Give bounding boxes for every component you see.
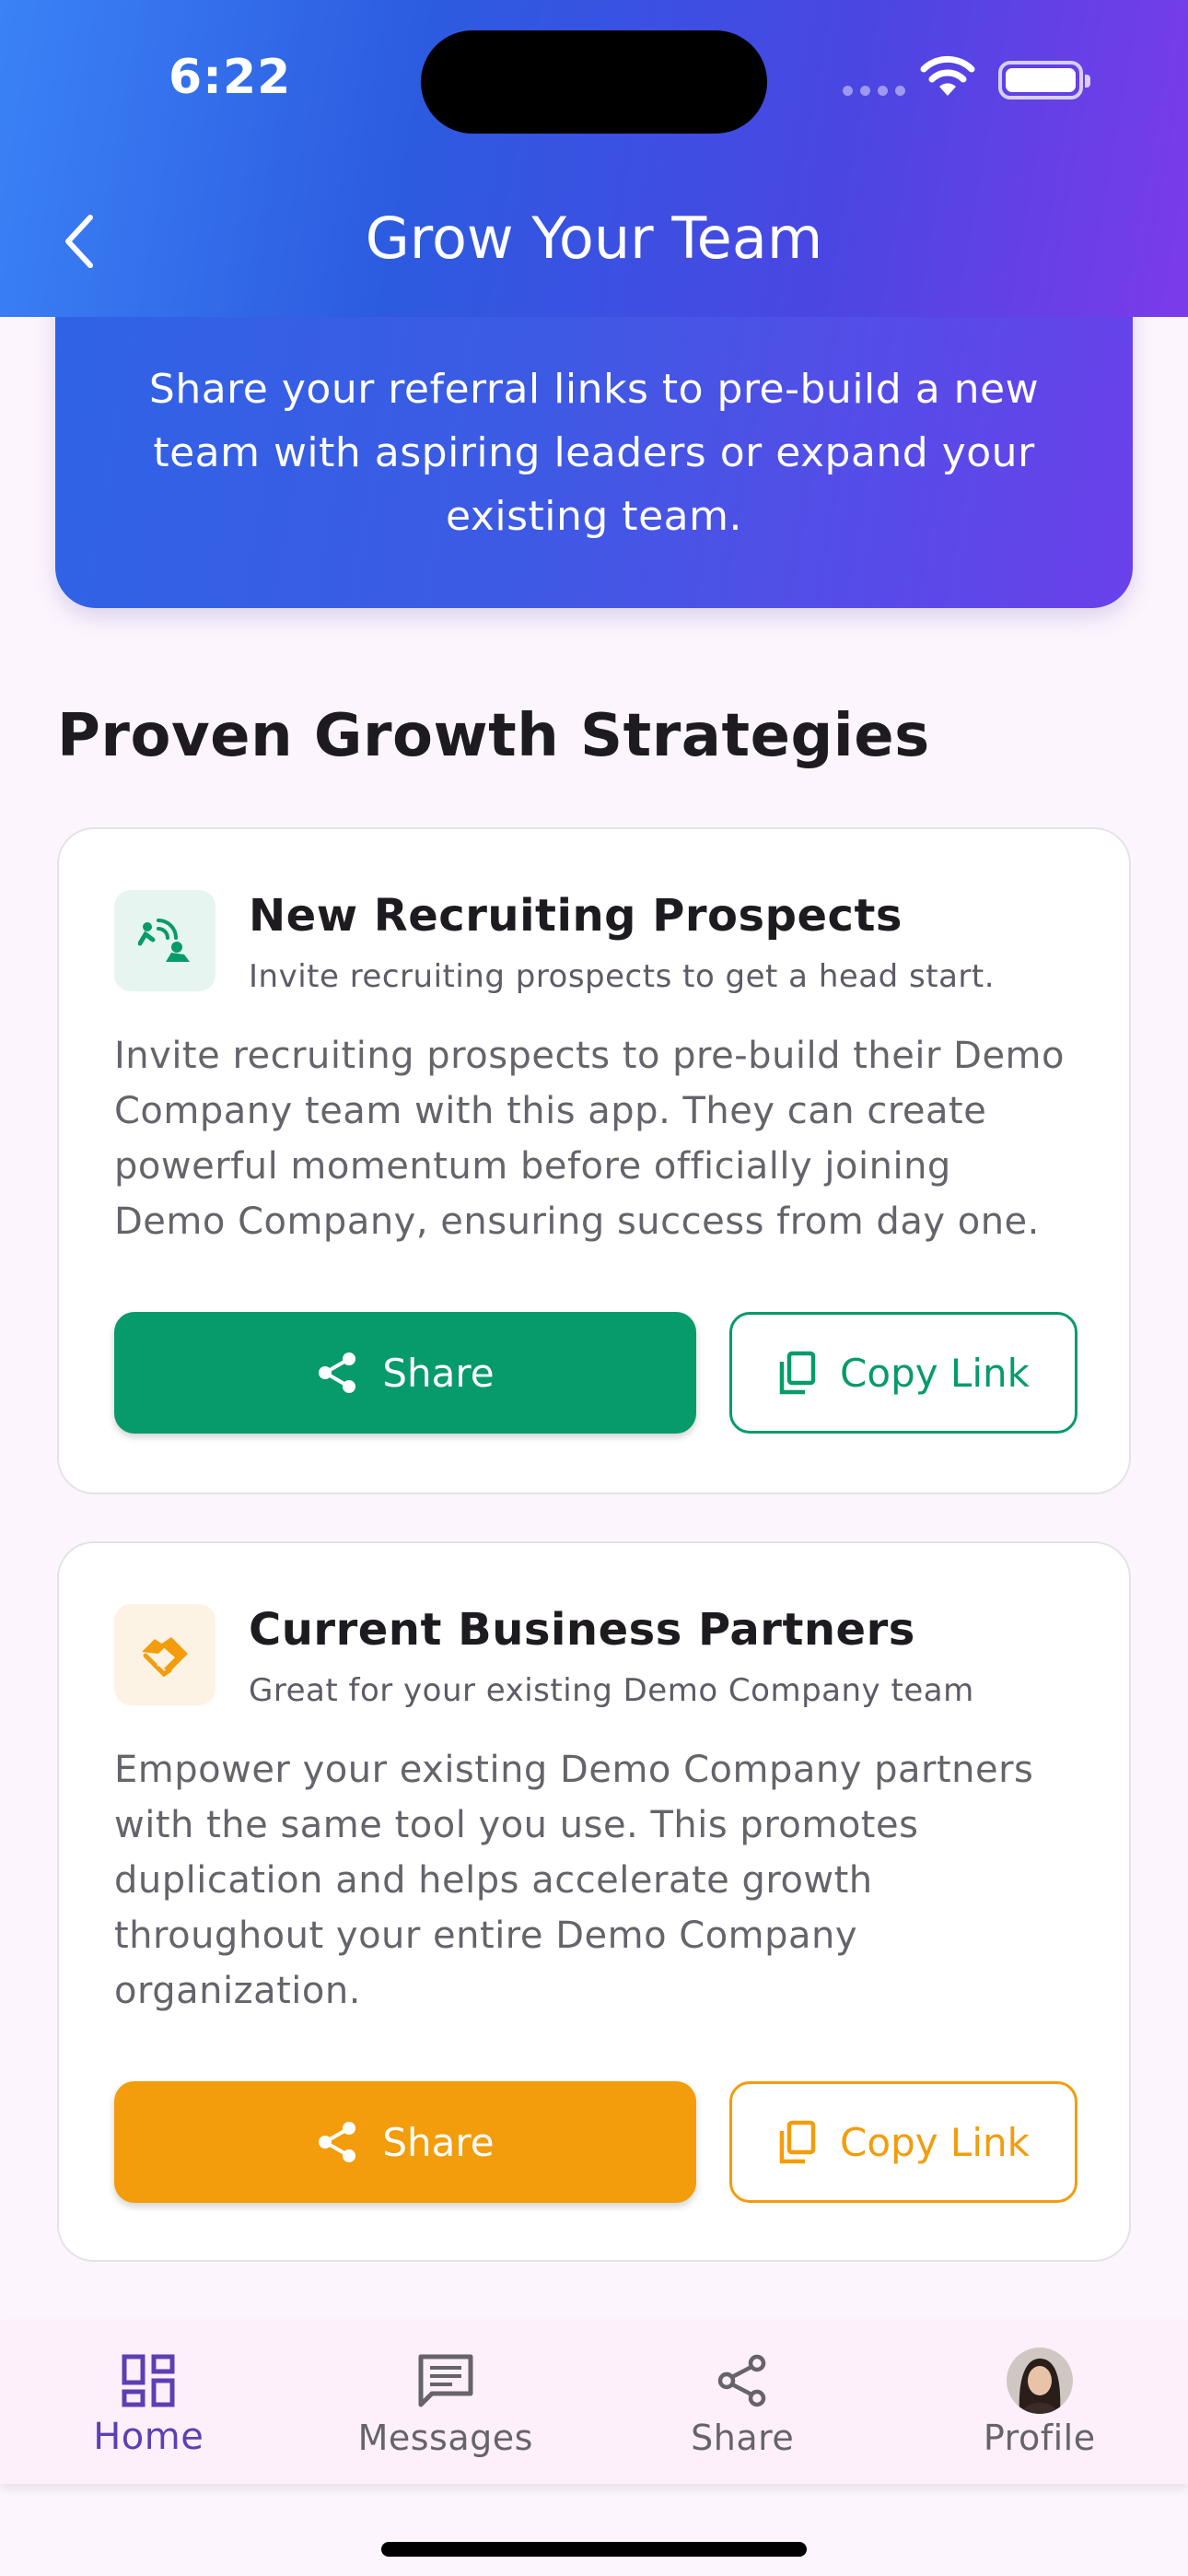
nav-home[interactable]: Home [0, 2320, 297, 2484]
message-icon [417, 2348, 474, 2414]
copy-link-button[interactable]: Copy Link [729, 1312, 1077, 1434]
nav-messages[interactable]: Messages [297, 2320, 595, 2484]
copy-link-button[interactable]: Copy Link [729, 2081, 1077, 2203]
copy-link-label: Copy Link [840, 1350, 1030, 1396]
copy-icon [779, 2120, 816, 2164]
strategy-card-partners: Current Business Partners Great for your… [57, 1541, 1131, 2262]
share-label: Share [382, 1350, 495, 1396]
nav-label: Profile [983, 2418, 1096, 2458]
app-header: 6:22 Grow Your Team [0, 0, 1188, 317]
connect-person-icon [114, 890, 215, 991]
handshake-icon [114, 1604, 215, 1705]
card-title: New Recruiting Prospects [249, 890, 903, 942]
dashboard-icon [121, 2348, 176, 2414]
share-icon [319, 1352, 356, 1393]
signal-icon [843, 86, 905, 96]
card-title: Current Business Partners [249, 1604, 915, 1656]
hero-text: Share your referral links to pre-build a… [148, 366, 1040, 540]
home-indicator [381, 2542, 807, 2557]
copy-link-label: Copy Link [840, 2119, 1030, 2165]
strategy-card-recruiting: New Recruiting Prospects Invite recruiti… [57, 827, 1131, 1494]
copy-icon [779, 1351, 816, 1395]
share-icon [716, 2348, 769, 2414]
nav-label: Share [691, 2418, 795, 2458]
nav-label: Messages [357, 2418, 533, 2458]
nav-label: Home [93, 2416, 204, 2458]
card-subtitle: Invite recruiting prospects to get a hea… [249, 958, 996, 995]
section-title: Proven Growth Strategies [57, 702, 930, 770]
nav-share[interactable]: Share [594, 2320, 891, 2484]
avatar [1006, 2348, 1073, 2414]
card-subtitle: Great for your existing Demo Company tea… [249, 1672, 974, 1709]
page-title: Grow Your Team [365, 205, 823, 272]
share-button[interactable]: Share [114, 1312, 696, 1434]
share-button[interactable]: Share [114, 2081, 696, 2203]
status-time: 6:22 [169, 50, 292, 105]
battery-icon [998, 61, 1090, 100]
card-description: Invite recruiting prospects to pre-build… [114, 1035, 1065, 1243]
share-label: Share [382, 2119, 495, 2165]
card-description: Empower your existing Demo Company partn… [114, 1749, 1034, 2012]
wifi-icon [920, 55, 975, 96]
share-icon [319, 2122, 356, 2162]
nav-profile[interactable]: Profile [891, 2320, 1188, 2484]
bottom-navigation: Home Messages Share Profile [0, 2320, 1188, 2484]
dynamic-island [421, 30, 767, 134]
